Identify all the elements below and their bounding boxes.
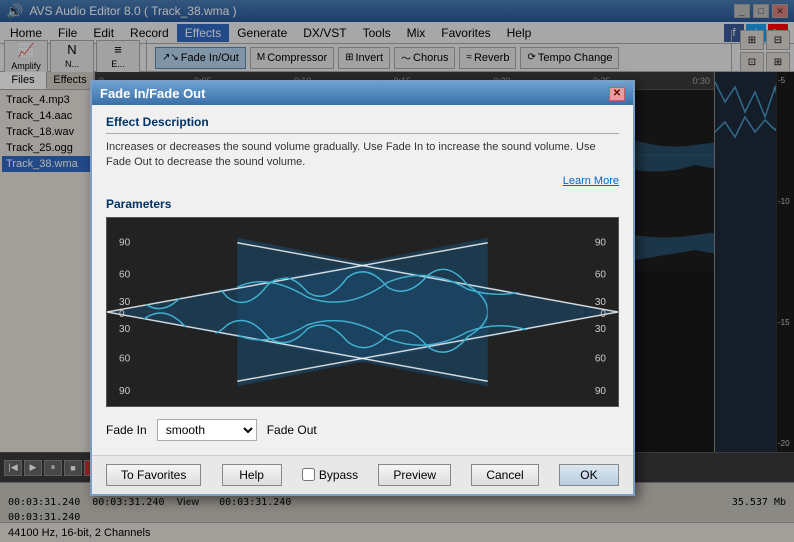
fade-controls: Fade In smooth linear logarithmic Fade O… [106,415,619,445]
preview-button[interactable]: Preview [378,464,451,486]
to-favorites-button[interactable]: To Favorites [106,464,201,486]
svg-text:90: 90 [119,386,131,397]
svg-text:60: 60 [595,269,607,280]
fade-type-select[interactable]: smooth linear logarithmic [157,419,257,441]
dialog-title-bar: Fade In/Fade Out ✕ [92,82,633,105]
effect-description-title: Effect Description [106,115,619,134]
svg-text:90: 90 [595,238,607,249]
svg-text:30: 30 [119,297,131,308]
svg-text:60: 60 [595,353,607,364]
svg-text:60: 60 [119,353,131,364]
cancel-button[interactable]: Cancel [471,464,538,486]
dialog-title: Fade In/Fade Out [100,86,205,101]
ok-button[interactable]: OK [559,464,619,486]
fade-in-label: Fade In [106,423,147,437]
learn-more-link[interactable]: Learn More [106,175,619,187]
svg-text:90: 90 [119,238,131,249]
bypass-label[interactable]: Bypass [319,468,358,482]
svg-text:60: 60 [119,269,131,280]
svg-text:90: 90 [595,386,607,397]
help-button[interactable]: Help [222,464,282,486]
dialog-overlay: Fade In/Fade Out ✕ Effect Description In… [0,0,794,542]
svg-text:30: 30 [595,297,607,308]
effect-description-text: Increases or decreases the sound volume … [106,140,619,171]
fade-out-label: Fade Out [267,423,317,437]
svg-text:0: 0 [600,309,606,320]
svg-text:0: 0 [119,309,125,320]
parameters-title: Parameters [106,197,619,211]
fade-dialog: Fade In/Fade Out ✕ Effect Description In… [90,80,635,496]
bypass-checkbox-group: Bypass [302,468,358,482]
svg-text:30: 30 [595,324,607,335]
bypass-checkbox[interactable] [302,468,315,481]
waveform-preview: 90 60 30 0 30 60 90 90 60 30 0 30 60 [106,217,619,407]
svg-text:30: 30 [119,324,131,335]
fade-waveform-svg: 90 60 30 0 30 60 90 90 60 30 0 30 60 [107,218,618,406]
dialog-body: Effect Description Increases or decrease… [92,105,633,455]
dialog-footer: To Favorites Help Bypass Preview Cancel … [92,455,633,494]
parameters-section: Parameters [106,197,619,445]
dialog-close-button[interactable]: ✕ [609,87,625,101]
